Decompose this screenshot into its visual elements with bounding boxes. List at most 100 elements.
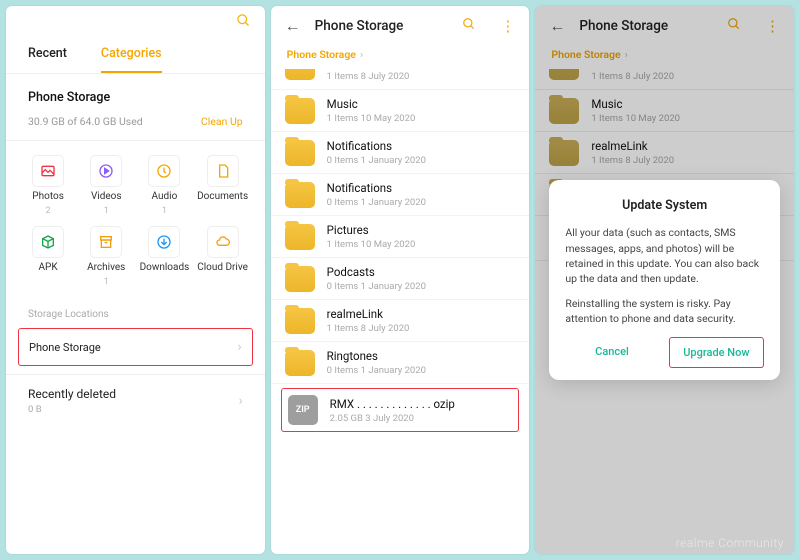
category-archives[interactable]: Archives 1 <box>80 226 132 287</box>
upgrade-now-button[interactable]: Upgrade Now <box>669 337 764 368</box>
location-phone-storage[interactable]: Phone Storage › <box>18 328 253 366</box>
category-count: 2 <box>46 206 51 216</box>
row-name: RMX . . . . . . . . . . . . . ozip <box>330 397 513 411</box>
category-downloads[interactable]: Downloads <box>138 226 190 287</box>
locations-label: Storage Locations <box>6 295 265 326</box>
row-meta: Pictures 1 Items 10 May 2020 <box>327 223 516 250</box>
row-sub: 0 Items 1 January 2020 <box>327 365 516 376</box>
folder-row[interactable]: Pictures 1 Items 10 May 2020 <box>271 216 530 258</box>
row-sub: 0 Items 1 January 2020 <box>327 155 516 166</box>
recently-deleted-size: 0 B <box>28 404 116 415</box>
modal-overlay: Update System All your data (such as con… <box>535 6 794 554</box>
folder-row[interactable]: Notifications 0 Items 1 January 2020 <box>271 132 530 174</box>
folder-row[interactable]: 1 Items 8 July 2020 <box>271 69 530 90</box>
category-cloud-drive[interactable]: Cloud Drive <box>197 226 249 287</box>
category-label: Audio <box>152 191 178 202</box>
category-count: 1 <box>162 206 167 216</box>
watermark: realme Community <box>676 536 784 550</box>
dialog-actions: Cancel Upgrade Now <box>565 337 764 368</box>
dialog-message-1: All your data (such as contacts, SMS mes… <box>565 225 764 286</box>
chevron-right-icon: › <box>237 339 241 355</box>
storage-title: Phone Storage <box>6 74 265 109</box>
folder-row[interactable]: Podcasts 0 Items 1 January 2020 <box>271 258 530 300</box>
usage-text: 30.9 GB of 64.0 GB Used <box>28 115 143 128</box>
row-name: Pictures <box>327 223 516 237</box>
storage-subline: 30.9 GB of 64.0 GB Used Clean Up <box>6 109 265 141</box>
chevron-right-icon: › <box>238 393 242 409</box>
cube-icon <box>32 226 64 258</box>
breadcrumb[interactable]: Phone Storage› <box>271 40 530 69</box>
category-apk[interactable]: APK <box>22 226 74 287</box>
dialog-message-2: Reinstalling the system is risky. Pay at… <box>565 296 764 326</box>
row-meta: Music 1 Items 10 May 2020 <box>327 97 516 124</box>
row-name: Music <box>327 97 516 111</box>
category-grid: Photos 2 Videos 1 Audio 1 Documents APK … <box>6 141 265 295</box>
row-name: Notifications <box>327 181 516 195</box>
image-icon <box>32 155 64 187</box>
row-meta: 1 Items 8 July 2020 <box>327 69 516 82</box>
folder-row[interactable]: Notifications 0 Items 1 January 2020 <box>271 174 530 216</box>
category-count: 1 <box>104 277 109 287</box>
location-label: Phone Storage <box>29 341 101 354</box>
folder-row[interactable]: Ringtones 0 Items 1 January 2020 <box>271 342 530 384</box>
update-system-dialog: Update System All your data (such as con… <box>549 180 780 379</box>
topbar <box>6 6 265 38</box>
category-photos[interactable]: Photos 2 <box>22 155 74 216</box>
row-sub: 0 Items 1 January 2020 <box>327 281 516 292</box>
search-icon[interactable] <box>462 17 476 35</box>
folder-icon <box>285 224 315 250</box>
row-meta: Notifications 0 Items 1 January 2020 <box>327 139 516 166</box>
row-meta: Notifications 0 Items 1 January 2020 <box>327 181 516 208</box>
tabs: Recent Categories <box>6 38 265 74</box>
category-audio[interactable]: Audio 1 <box>138 155 190 216</box>
back-icon[interactable]: ← <box>285 16 301 36</box>
cancel-button[interactable]: Cancel <box>565 337 658 368</box>
folder-icon <box>285 350 315 376</box>
header: ← Phone Storage ⋮ <box>271 6 530 40</box>
category-label: Videos <box>91 191 122 202</box>
row-sub: 1 Items 10 May 2020 <box>327 239 516 250</box>
folder-row[interactable]: Music 1 Items 10 May 2020 <box>271 90 530 132</box>
tab-recent[interactable]: Recent <box>28 46 67 73</box>
recently-deleted[interactable]: Recently deleted 0 B › <box>6 374 265 427</box>
category-documents[interactable]: Documents <box>197 155 249 216</box>
download-icon <box>148 226 180 258</box>
folder-row[interactable]: realmeLink 1 Items 8 July 2020 <box>271 300 530 342</box>
row-sub: 1 Items 10 May 2020 <box>327 113 516 124</box>
category-label: Downloads <box>140 262 190 273</box>
file-row[interactable]: ZIP RMX . . . . . . . . . . . . . ozip 2… <box>281 388 520 432</box>
search-icon[interactable] <box>236 13 251 32</box>
folder-icon <box>285 98 315 124</box>
category-label: Archives <box>87 262 125 273</box>
row-meta: Ringtones 0 Items 1 January 2020 <box>327 349 516 376</box>
category-label: APK <box>39 262 58 273</box>
more-icon[interactable]: ⋮ <box>500 17 515 35</box>
breadcrumb-label: Phone Storage <box>287 48 356 61</box>
panel-categories: Recent Categories Phone Storage 30.9 GB … <box>6 6 265 554</box>
dialog-title: Update System <box>565 198 764 213</box>
row-sub: 2.05 GB 3 July 2020 <box>330 413 513 424</box>
folder-icon <box>285 266 315 292</box>
row-sub: 0 Items 1 January 2020 <box>327 197 516 208</box>
tab-categories[interactable]: Categories <box>101 46 162 73</box>
row-name: Notifications <box>327 139 516 153</box>
doc-icon <box>207 155 239 187</box>
category-label: Cloud Drive <box>197 262 248 273</box>
row-meta: realmeLink 1 Items 8 July 2020 <box>327 307 516 334</box>
category-label: Photos <box>32 191 64 202</box>
row-name: Podcasts <box>327 265 516 279</box>
category-videos[interactable]: Videos 1 <box>80 155 132 216</box>
panel-update-dialog: ← Phone Storage ⋮ Phone Storage› 1 Items… <box>535 6 794 554</box>
folder-icon <box>285 182 315 208</box>
cleanup-link[interactable]: Clean Up <box>201 115 243 128</box>
cloud-icon <box>207 226 239 258</box>
row-name: Ringtones <box>327 349 516 363</box>
zip-icon: ZIP <box>288 395 318 425</box>
recently-deleted-label: Recently deleted <box>28 387 116 401</box>
row-meta: RMX . . . . . . . . . . . . . ozip 2.05 … <box>330 397 513 424</box>
note-icon <box>148 155 180 187</box>
row-sub: 1 Items 8 July 2020 <box>327 323 516 334</box>
file-list: 1 Items 8 July 2020 Music 1 Items 10 May… <box>271 69 530 554</box>
row-sub: 1 Items 8 July 2020 <box>327 71 516 82</box>
category-label: Documents <box>197 191 248 202</box>
